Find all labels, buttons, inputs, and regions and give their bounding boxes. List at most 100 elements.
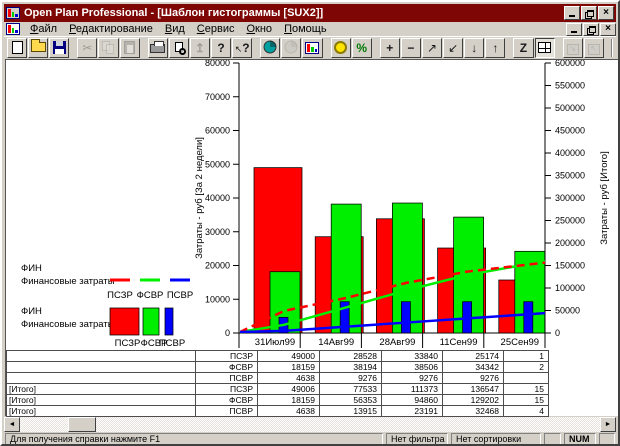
right-tick-label: 600000 [555,60,585,68]
scrollbar-thumb[interactable] [68,417,96,432]
menu-item-view[interactable]: Вид [159,22,191,36]
value-cell: 49000 [258,351,320,362]
save-file-button[interactable] [49,38,69,58]
table-row[interactable]: [Итого]ФСВР18159563539486012920215 [7,395,549,406]
legend-subtitle: Финансовые затраты [21,319,115,330]
minimize-icon [571,26,577,33]
new-file-button[interactable] [7,38,27,58]
percent-button[interactable]: % [352,38,372,58]
child-close-button[interactable]: × [600,23,616,36]
plus-icon: + [386,42,393,54]
clipboard-icon [124,41,135,56]
left-tick-label: 30000 [205,227,230,237]
left-tick-label: 50000 [205,159,230,169]
restore-icon [589,26,596,33]
menu-item-window[interactable]: Окно [240,22,278,36]
minus-icon: − [407,42,414,54]
gray-pie-clock-icon [284,40,298,56]
open-file-button[interactable] [28,38,48,58]
value-cell: 56353 [320,395,382,406]
goto-prev-button: ↖ [584,38,604,58]
value-cell: 38506 [382,362,443,373]
boxed-arrow-nw-icon: ↖ [588,41,600,55]
close-button[interactable]: × [598,6,614,20]
value-cell: 111373 [382,384,443,395]
restore-icon [587,10,594,17]
menu-item-file[interactable]: Файл [24,22,63,36]
right-tick-label: 200000 [555,238,585,248]
question-mark-icon: ? [217,42,224,54]
menu-item-help[interactable]: Помощь [278,22,333,36]
zoom-in-button[interactable]: + [380,38,400,58]
table-row[interactable]: ФСВР181593819438506343422 [7,362,549,373]
status-num-lock: NUM [564,433,596,446]
horizontal-scrollbar[interactable]: ◄ ► [4,417,616,432]
currency-button[interactable] [331,38,351,58]
value-cell: 136547 [443,384,504,395]
x-category-label: 11Сен99 [440,337,478,348]
arrow-up-icon: ↑ [492,42,498,54]
child-minimize-button[interactable] [566,23,582,36]
series-cell: ПСЗР [196,351,258,362]
value-cell: 4638 [258,406,320,417]
value-cell: 9276 [382,373,443,384]
right-tick-label: 500000 [555,103,585,113]
value-cell: 15 [504,384,549,395]
x-category-label: 14Авг99 [318,337,354,348]
printer-icon [150,41,165,55]
minimize-button[interactable] [564,6,580,20]
menu-item-edit[interactable]: Редактирование [63,22,159,36]
expand-button[interactable]: ↗ [422,38,442,58]
series-cell: ФСВР [196,362,258,373]
row-label-cell [7,351,196,362]
page-magnifier-icon [175,42,183,54]
zoom-out-button[interactable]: − [401,38,421,58]
app-icon [6,7,20,19]
scroll-left-button[interactable]: ◄ [4,417,20,432]
context-help-button[interactable]: ↖? [232,38,252,58]
histogram-view-button[interactable] [302,38,322,58]
scroll-right-button[interactable]: ► [600,417,616,432]
cost-data-table: ПСЗР490002852833840251741ФСВР18159381943… [6,350,549,417]
goto-next-button: ↘ [563,38,583,58]
right-tick-label: 250000 [555,216,585,226]
left-tick-label: 0 [225,328,230,338]
table-row[interactable]: [Итого]ПСВР46381391523191324684 [7,406,549,417]
left-tick-label: 20000 [205,261,230,271]
print-button[interactable] [148,38,168,58]
series-cell: ПСВР [196,373,258,384]
table-view-button[interactable] [535,38,555,58]
restore-button[interactable] [581,6,597,20]
collapse-button[interactable]: ↙ [443,38,463,58]
right-tick-label: 450000 [555,126,585,136]
bar-ПСВР [401,302,410,333]
help-button[interactable]: ? [211,38,231,58]
copy-button [98,38,118,58]
time-analysis-button[interactable] [260,38,280,58]
child-restore-button[interactable] [583,23,599,36]
move-down-button[interactable]: ↓ [464,38,484,58]
move-up-button[interactable]: ↑ [485,38,505,58]
menu-item-service[interactable]: Сервис [191,22,241,36]
print-preview-button[interactable] [169,38,189,58]
cost-analysis-button [281,38,301,58]
series-cell: ФСВР [196,395,258,406]
arrow-sw-icon: ↙ [448,42,458,54]
zoom-mode-button[interactable]: Z [513,38,533,58]
left-tick-label: 80000 [205,60,230,68]
update-button: ↥ [190,38,210,58]
table-row[interactable]: ПСВР4638927692769276 [7,373,549,384]
right-tick-label: 0 [555,328,560,338]
value-cell: 129202 [443,395,504,406]
table-row[interactable]: ПСЗР490002852833840251741 [7,351,549,362]
value-cell: 4 [504,406,549,417]
cost-histogram-chart: 0100002000030000400005000060000700008000… [6,60,618,350]
table-row[interactable]: [Итого]ПСЗР490067753311137313654715 [7,384,549,395]
series-cell: ПСВР [196,406,258,417]
value-cell: 33840 [382,351,443,362]
left-tick-label: 10000 [205,294,230,304]
arrow-left-icon: ◄ [9,421,16,428]
document-icon[interactable] [6,23,20,35]
minimize-icon [569,10,575,17]
legend-entry-label: ФСВР [137,290,164,301]
